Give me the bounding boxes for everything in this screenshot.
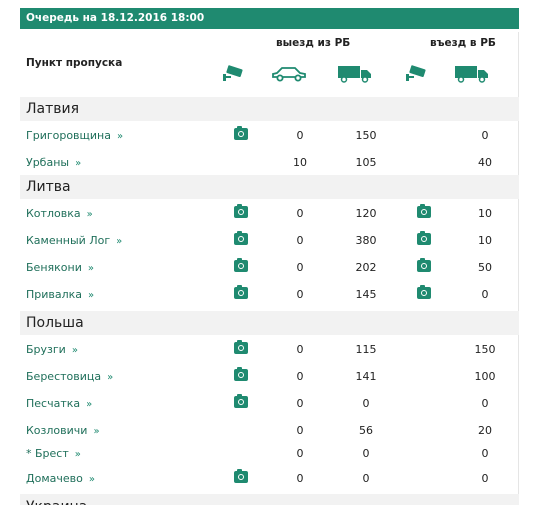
exit-trucks-count: 120 [355,207,377,220]
camera-icon[interactable] [417,285,431,299]
camera-icon[interactable] [234,285,248,299]
entry-trucks-count: 0 [481,472,489,485]
checkpoint-link[interactable]: Каменный Лог» [26,227,122,255]
chevron-right-icon: » [75,158,82,169]
exit-cars-count: 0 [296,288,304,301]
table-row: Берестовица» 0 141 100 [20,363,519,390]
exit-cars-count: 0 [296,261,304,274]
chevron-right-icon: » [107,372,114,383]
checkpoint-link[interactable]: Котловка» [26,200,93,228]
chevron-right-icon: » [116,236,123,247]
camera-icon[interactable] [234,394,248,408]
camera-icon[interactable] [417,258,431,272]
camera-icon[interactable] [234,367,248,381]
camera-icon [406,65,426,81]
exit-cars-count: 0 [296,207,304,220]
exit-cars-count: 0 [296,234,304,247]
camera-icon[interactable] [234,340,248,354]
entry-trucks-count: 50 [478,261,492,274]
entry-trucks-count: 0 [481,129,489,142]
checkpoint-link[interactable]: Привалка» [26,281,94,309]
exit-cars-count: 0 [296,370,304,383]
country-header-ukraine: Украина [20,494,519,505]
table-row: Бенякони» 0 202 50 [20,254,519,281]
entry-trucks-count: 0 [481,397,489,410]
chevron-right-icon: » [71,345,78,356]
exit-cars-count: 0 [296,397,304,410]
country-header-poland: Польша [20,311,519,335]
truck-icon [455,66,488,83]
exit-column-title: выезд из РБ [276,37,351,49]
camera-icon[interactable] [234,231,248,245]
table-row: Котловка» 0 120 10 [20,200,519,227]
checkpoint-link[interactable]: Григоровщина» [26,122,123,150]
exit-trucks-count: 141 [355,370,377,383]
exit-cars-count: 0 [296,129,304,142]
camera-icon [223,65,243,81]
checkpoint-link[interactable]: Песчатка» [26,390,92,418]
exit-trucks-count: 150 [355,129,377,142]
exit-trucks-count: 380 [355,234,377,247]
queue-header: Очередь на 18.12.2016 18:00 [20,8,519,29]
table-row: Урбаны» 10 105 40 [20,149,519,176]
exit-trucks-count: 0 [362,447,370,460]
camera-icon[interactable] [234,204,248,218]
checkpoint-link[interactable]: Брузги» [26,336,78,364]
checkpoint-link[interactable]: Домачево» [26,465,95,493]
table-row: Брузги» 0 115 150 [20,336,519,363]
camera-icon[interactable] [234,126,248,140]
table-row: Песчатка» 0 0 0 [20,390,519,417]
exit-trucks-count: 145 [355,288,377,301]
table-row: Домачево» 0 0 0 [20,465,519,492]
chevron-right-icon: » [74,449,81,460]
entry-trucks-count: 150 [474,343,496,356]
entry-trucks-count: 100 [474,370,496,383]
chevron-right-icon: » [117,131,124,142]
entry-trucks-count: 0 [481,447,489,460]
checkpoint-link[interactable]: Бенякони» [26,254,94,282]
checkpoint-link[interactable]: * Брест» [26,440,81,468]
camera-icon[interactable] [417,231,431,245]
chevron-right-icon: » [88,290,95,301]
camera-icon[interactable] [234,469,248,483]
checkpoint-link[interactable]: Берестовица» [26,363,113,391]
entry-trucks-count: 0 [481,288,489,301]
entry-trucks-count: 40 [478,156,492,169]
exit-trucks-count: 0 [362,397,370,410]
exit-cars-count: 0 [296,343,304,356]
entry-trucks-count: 10 [478,207,492,220]
exit-trucks-count: 0 [362,472,370,485]
camera-icon[interactable] [234,258,248,272]
car-icon [272,67,306,82]
table-row: Привалка» 0 145 0 [20,281,519,308]
country-header-lithuania: Литва [20,175,519,199]
chevron-right-icon: » [88,474,95,485]
exit-trucks-count: 202 [355,261,377,274]
truck-icon [338,66,371,83]
exit-cars-count: 0 [296,472,304,485]
camera-icon[interactable] [417,204,431,218]
exit-trucks-count: 105 [355,156,377,169]
chevron-right-icon: » [87,263,94,274]
chevron-right-icon: » [86,209,93,220]
chevron-right-icon: » [86,399,93,410]
exit-trucks-count: 115 [355,343,377,356]
checkpoint-column-title: Пункт пропуска [26,57,123,69]
table-row: Каменный Лог» 0 380 10 [20,227,519,254]
table-row: Григоровщина» 0 150 0 [20,122,519,149]
checkpoint-link[interactable]: Урбаны» [26,149,81,177]
exit-cars-count: 10 [293,156,307,169]
chevron-right-icon: » [93,426,100,437]
table-row: * Брест» 0 0 0 [20,440,519,467]
exit-cars-count: 0 [296,447,304,460]
entry-column-title: въезд в РБ [430,37,496,49]
entry-trucks-count: 10 [478,234,492,247]
country-header-latvia: Латвия [20,97,519,121]
